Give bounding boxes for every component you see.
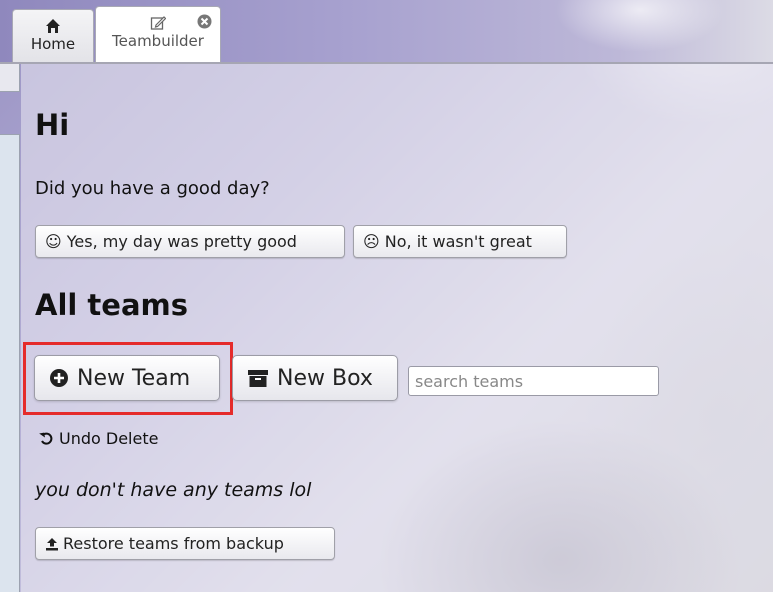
home-icon [45, 18, 61, 34]
undo-delete-button[interactable]: Undo Delete [39, 426, 158, 450]
plus-circle-icon [49, 368, 69, 388]
new-team-button[interactable]: New Team [34, 355, 220, 401]
left-panel [0, 134, 20, 592]
restore-backup-button[interactable]: Restore teams from backup [35, 527, 335, 560]
undo-icon [39, 431, 53, 445]
undo-delete-label: Undo Delete [59, 428, 159, 448]
good-day-yes-label: ☺ Yes, my day was pretty good [45, 232, 297, 251]
tab-teambuilder[interactable]: Teambuilder [95, 6, 221, 64]
archive-icon [247, 368, 269, 388]
close-icon[interactable] [197, 14, 212, 29]
restore-backup-label: Restore teams from backup [63, 534, 284, 553]
good-day-yes-button[interactable]: ☺ Yes, my day was pretty good [35, 225, 345, 258]
section-title: All teams [35, 288, 189, 322]
good-day-no-label: ☹ No, it wasn't great [363, 232, 532, 251]
upload-icon [45, 537, 59, 551]
greeting-title: Hi [35, 108, 70, 142]
greeting-question: Did you have a good day? [35, 178, 270, 199]
tab-teambuilder-label: Teambuilder [112, 32, 204, 50]
left-strip [0, 64, 20, 92]
tab-bar: Home Teambuilder [0, 0, 773, 64]
edit-icon [150, 15, 166, 31]
new-box-label: New Box [277, 365, 373, 391]
tab-home[interactable]: Home [12, 9, 94, 62]
empty-teams-message: you don't have any teams lol [35, 479, 312, 501]
good-day-no-button[interactable]: ☹ No, it wasn't great [353, 225, 567, 258]
search-input[interactable] [408, 366, 659, 396]
new-team-label: New Team [77, 365, 191, 391]
tab-home-label: Home [30, 35, 76, 53]
new-box-button[interactable]: New Box [232, 355, 398, 401]
teambuilder-panel: Hi Did you have a good day? ☺ Yes, my da… [21, 64, 773, 592]
